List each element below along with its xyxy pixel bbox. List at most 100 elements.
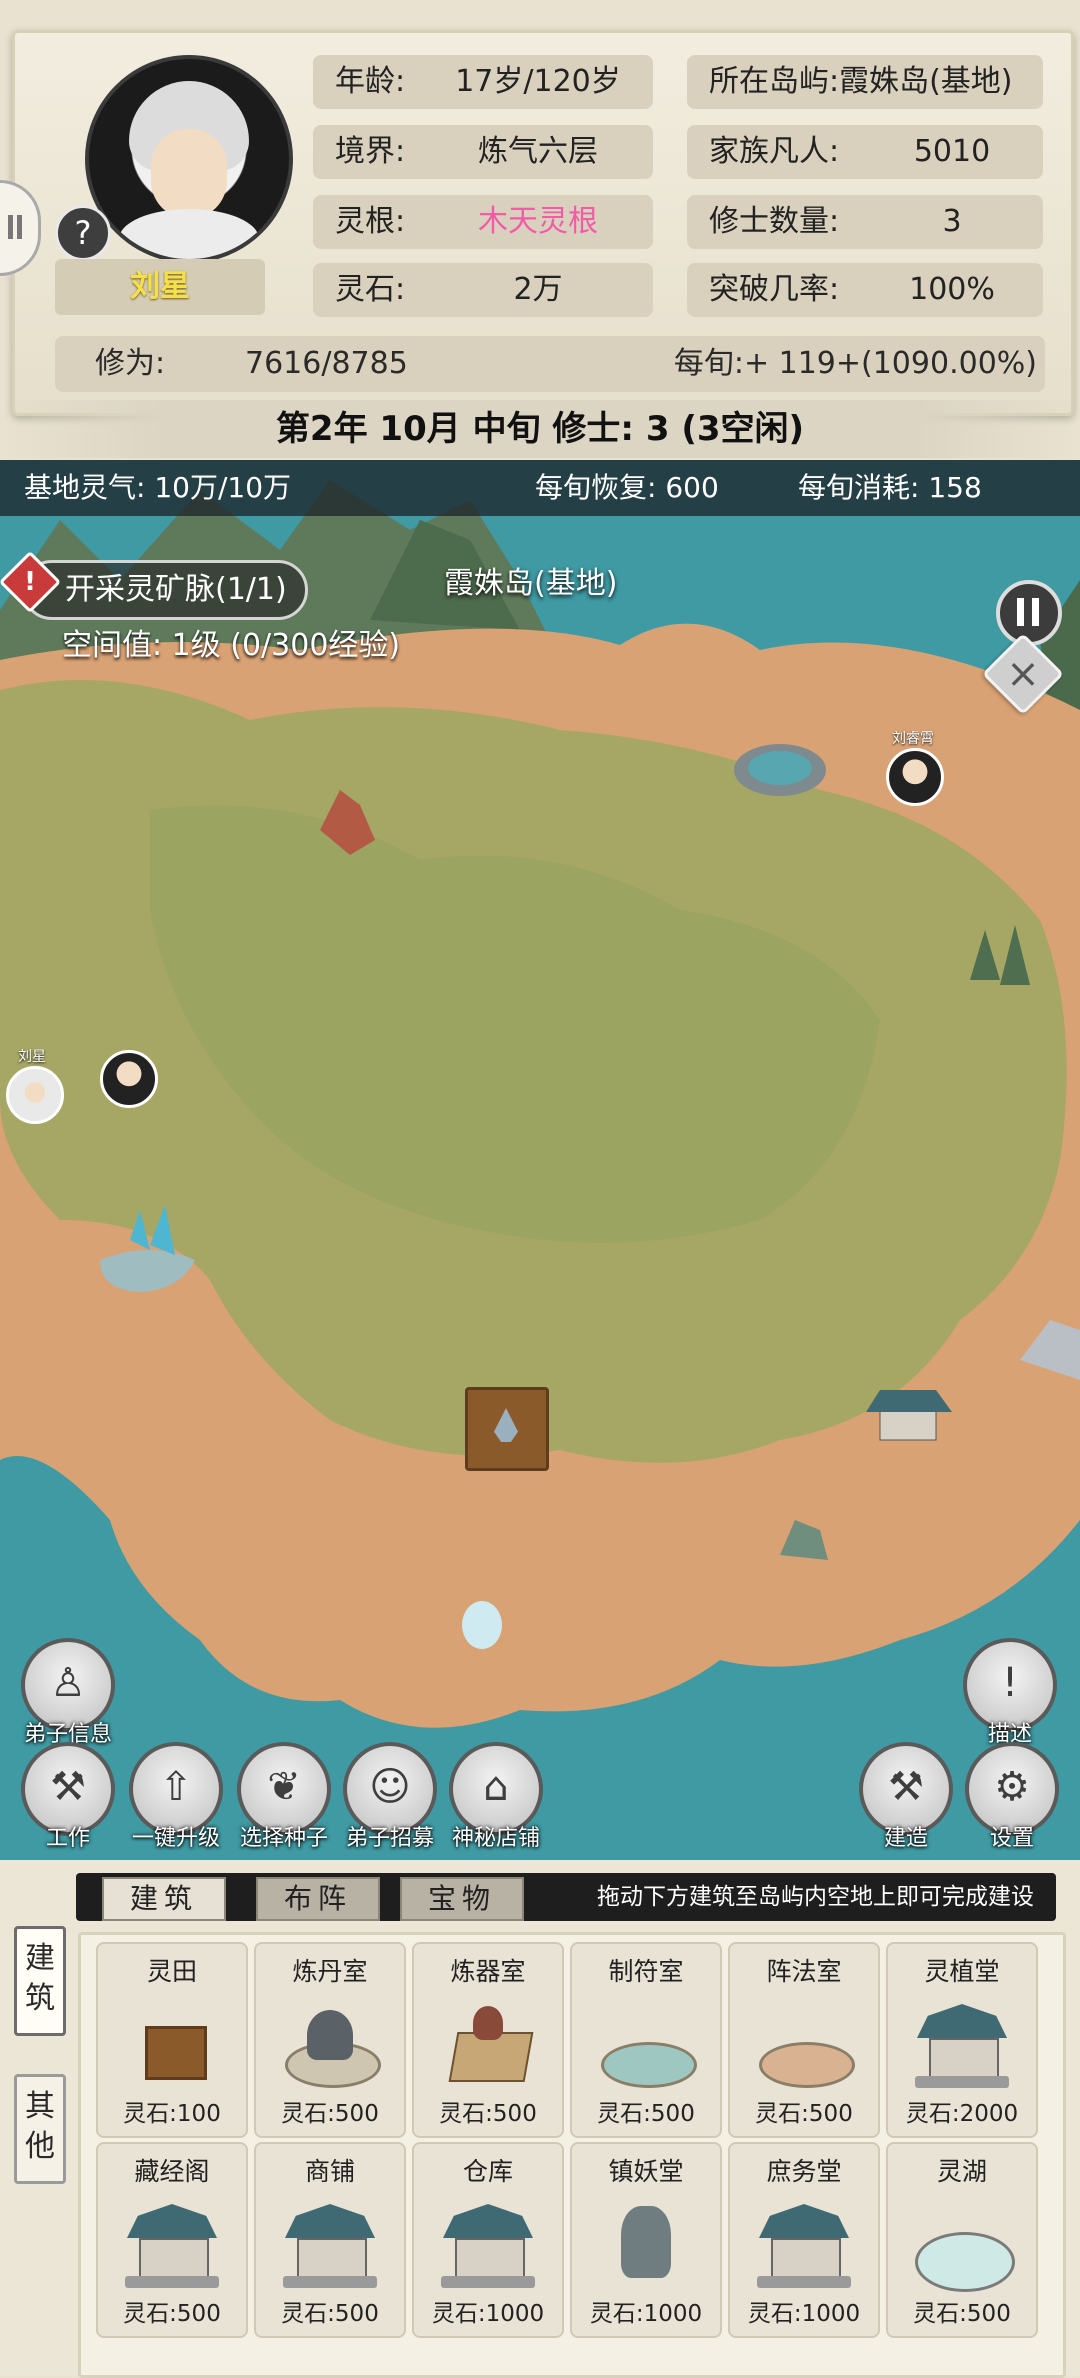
player-name: 刘星 (55, 259, 265, 315)
building-cost: 灵石:2000 (905, 2101, 1019, 2127)
hall-icon (749, 2196, 859, 2294)
recruit-label: 弟子招募 (345, 1826, 434, 1851)
building-card-forge-room[interactable]: 炼器室 灵石:500 (412, 1942, 564, 2138)
lake-icon (907, 2196, 1017, 2294)
seed-label: 选择种子 (239, 1826, 328, 1851)
building-name: 庶务堂 (766, 2157, 842, 2186)
upgrade-all-button[interactable]: ⇧ 一键升级 (126, 1742, 226, 1852)
family-field: 家族凡人: 5010 (687, 125, 1043, 179)
building-cost: 灵石:500 (597, 2101, 695, 2127)
island-terrain (0, 480, 1080, 1728)
family-label: 家族凡人: (709, 134, 840, 169)
island-map[interactable]: 基地灵气: 10万/10万 每旬恢复: 600 每旬消耗: 158 ! 开采灵矿… (0, 460, 1080, 1860)
cultivation-value: 7616/8785 (245, 346, 408, 381)
building-cost: 灵石:1000 (589, 2301, 703, 2327)
player-map-avatar[interactable] (6, 1066, 64, 1124)
realm-value: 炼气六层 (478, 134, 598, 169)
tab-strip: 建筑 布阵 宝物 拖动下方建筑至岛屿内空地上即可完成建设 (76, 1873, 1056, 1921)
side-tab-building[interactable]: 建筑 (14, 1926, 66, 2036)
age-value: 17岁/120岁 (455, 64, 621, 99)
base-qi: 基地灵气: 10万/10万 (24, 471, 292, 504)
age-field: 年龄: 17岁/120岁 (313, 55, 653, 109)
breakthrough-field: 突破几率: 100% (687, 263, 1043, 317)
pavilion-icon (907, 1996, 1017, 2094)
disciple-name: 刘睿霄 (892, 731, 934, 747)
pause-icon[interactable] (996, 580, 1062, 646)
player-map-name: 刘星 (18, 1049, 46, 1065)
settings-button[interactable]: ⚙ 设置 (962, 1742, 1062, 1852)
space-level: 空间值: 1级 (0/300经验) (62, 628, 401, 663)
build-panel: 建筑 其他 建筑 布阵 宝物 拖动下方建筑至岛屿内空地上即可完成建设 灵田 灵石… (0, 1860, 1080, 2378)
side-tab-other[interactable]: 其他 (14, 2074, 66, 2184)
upgrade-label: 一键升级 (131, 1826, 220, 1851)
tab-treasure[interactable]: 宝物 (400, 1877, 524, 1921)
describe-button[interactable]: ! 描述 (960, 1638, 1060, 1748)
building-card-scripture-pavilion[interactable]: 藏经阁 灵石:500 (96, 2142, 248, 2338)
consumption-per-xun: 每旬消耗: 158 (798, 471, 982, 504)
recovery-per-xun: 每旬恢复: 600 (535, 471, 719, 504)
work-label: 工作 (45, 1826, 90, 1851)
warehouse-icon (433, 2196, 543, 2294)
building-name: 仓库 (462, 2157, 513, 2186)
building-name: 制符室 (608, 1957, 684, 1986)
building-name: 商铺 (304, 2157, 355, 2186)
cultivation-label: 修为: (95, 346, 166, 381)
building-name: 镇妖堂 (608, 2157, 684, 2186)
talisman-altar-icon (591, 1996, 701, 2094)
player-avatar[interactable] (85, 55, 293, 263)
build-button[interactable]: ⚒ 建造 (856, 1742, 956, 1852)
per-xun-gain: 每旬:+ 119+(1090.00%) (673, 346, 1037, 381)
building-cost: 灵石:500 (123, 2301, 221, 2327)
map-info-bar: 基地灵气: 10万/10万 每旬恢复: 600 每旬消耗: 158 (0, 460, 1080, 516)
spirit-root-label: 灵根: (335, 204, 406, 239)
field-plot-icon (117, 1996, 227, 2094)
building-card-demon-suppression-hall[interactable]: 镇妖堂 灵石:1000 (570, 2142, 722, 2338)
building-name: 炼器室 (450, 1957, 526, 1986)
build-hint: 拖动下方建筑至岛屿内空地上即可完成建设 (597, 1884, 1034, 1910)
building-card-affairs-hall[interactable]: 庶务堂 灵石:1000 (728, 2142, 880, 2338)
building-cost: 灵石:1000 (431, 2301, 545, 2327)
building-name: 灵田 (146, 1957, 197, 1986)
disciple-avatar[interactable] (886, 748, 944, 806)
building-card-warehouse[interactable]: 仓库 灵石:1000 (412, 2142, 564, 2338)
building-card-alchemy-room[interactable]: 炼丹室 灵石:500 (254, 1942, 406, 2138)
spirit-root-field: 灵根: 木天灵根 (313, 195, 653, 249)
pavilion-icon (117, 2196, 227, 2294)
spirit-stone-field: 灵石: 2万 (313, 263, 653, 317)
building-name: 藏经阁 (134, 2157, 210, 2186)
building-card-formation-room[interactable]: 阵法室 灵石:500 (728, 1942, 880, 2138)
disciple-avatar-2[interactable] (100, 1050, 158, 1108)
building-cost: 灵石:500 (755, 2101, 853, 2127)
building-card-shop[interactable]: 商铺 灵石:500 (254, 2142, 406, 2338)
realm-label: 境界: (335, 134, 406, 169)
cultivators-value: 3 (942, 204, 962, 239)
mine-task-button[interactable]: 开采灵矿脉(1/1) (22, 560, 308, 620)
family-value: 5010 (913, 134, 991, 169)
tab-building[interactable]: 建筑 (102, 1877, 226, 1921)
shop-label: 神秘店铺 (451, 1826, 540, 1851)
building-cost: 灵石:500 (281, 2101, 379, 2127)
realm-field: 境界: 炼气六层 (313, 125, 653, 179)
age-label: 年龄: (335, 64, 406, 99)
location-field: 所在岛屿:霞姝岛(基地) (687, 55, 1043, 109)
help-icon[interactable]: ? (55, 205, 111, 261)
building-card-talisman-room[interactable]: 制符室 灵石:500 (570, 1942, 722, 2138)
date-banner: 第2年 10月 中旬 修士: 3 (3空闲) (0, 400, 1080, 458)
breakthrough-label: 突破几率: (709, 272, 840, 307)
cultivators-field: 修士数量: 3 (687, 195, 1043, 249)
disciple-info-button[interactable]: ♙ 弟子信息 (18, 1638, 118, 1748)
build-label: 建造 (883, 1826, 928, 1851)
work-button[interactable]: ⚒ 工作 (18, 1742, 118, 1852)
building-card-spirit-lake[interactable]: 灵湖 灵石:500 (886, 2142, 1038, 2338)
building-card-spirit-field[interactable]: 灵田 灵石:100 (96, 1942, 248, 2138)
select-seed-button[interactable]: ❦ 选择种子 (234, 1742, 334, 1852)
empty-building-plot[interactable] (465, 1387, 549, 1471)
recruit-button[interactable]: ☺ 弟子招募 (340, 1742, 440, 1852)
building-name: 灵湖 (936, 2157, 987, 2186)
cultivators-label: 修士数量: (709, 204, 840, 239)
mystery-shop-button[interactable]: ⌂ 神秘店铺 (446, 1742, 546, 1852)
building-card-herb-hall[interactable]: 灵植堂 灵石:2000 (886, 1942, 1038, 2138)
cultivation-bar: 修为: 7616/8785 每旬:+ 119+(1090.00%) (55, 336, 1045, 392)
tab-formation[interactable]: 布阵 (256, 1877, 380, 1921)
building-cost: 灵石:100 (123, 2101, 221, 2127)
